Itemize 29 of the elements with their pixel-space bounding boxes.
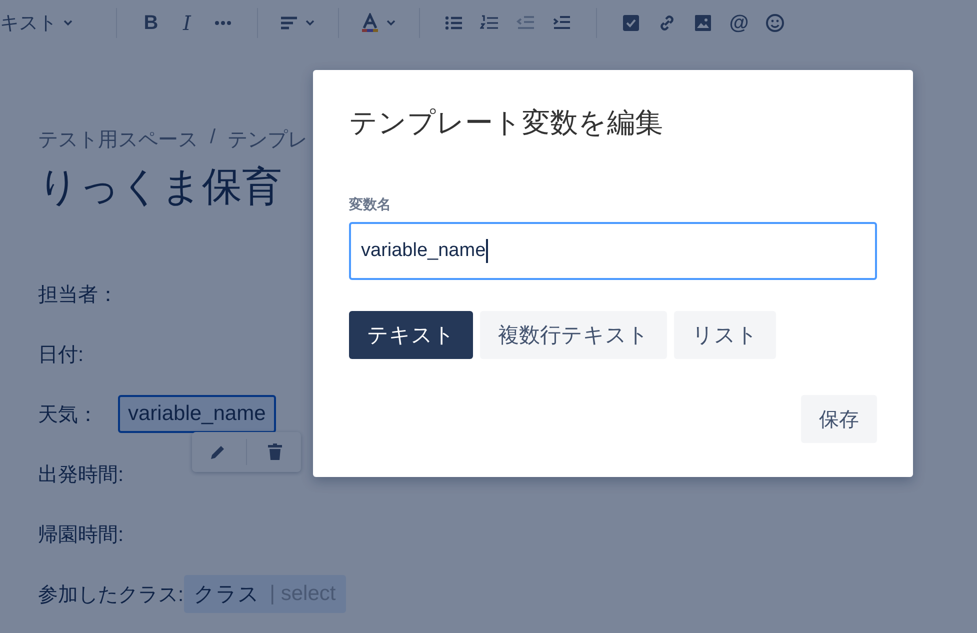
breadcrumb-separator: / bbox=[210, 126, 216, 150]
type-option-button[interactable]: テキスト bbox=[349, 311, 473, 359]
breadcrumb-link[interactable]: テンプレ bbox=[228, 126, 308, 153]
smiley-icon bbox=[765, 13, 785, 33]
type-option-button[interactable]: 複数行テキスト bbox=[480, 311, 667, 359]
variable-name: クラス bbox=[194, 582, 260, 608]
field-label: 出発時間: bbox=[38, 462, 124, 488]
checkbox-icon bbox=[621, 13, 641, 33]
page-title: りっくま保育 bbox=[38, 164, 282, 211]
mention-button[interactable]: @ bbox=[723, 7, 755, 39]
field-label: 担当者： bbox=[38, 282, 118, 308]
field-label: 帰園時間: bbox=[38, 522, 124, 548]
trash-icon bbox=[265, 442, 285, 462]
image-icon bbox=[693, 13, 713, 33]
text-style-dropdown[interactable]: キスト bbox=[0, 7, 78, 39]
save-button[interactable]: 保存 bbox=[801, 395, 877, 443]
field-label: 天気： bbox=[38, 402, 98, 428]
type-option-button[interactable]: リスト bbox=[674, 311, 776, 359]
bold-button[interactable]: B bbox=[135, 7, 167, 39]
field-label: 変数名 bbox=[349, 196, 392, 214]
more-icon bbox=[214, 21, 232, 25]
dialog-title: テンプレート変数を編集 bbox=[349, 106, 664, 140]
field-label: 参加したクラス: bbox=[38, 582, 184, 608]
field-label: 日付: bbox=[38, 342, 84, 368]
breadcrumb-link[interactable]: テスト用スペース bbox=[38, 126, 198, 153]
variable-chip[interactable]: variable_name bbox=[118, 395, 276, 433]
variable-name-input[interactable]: variable_name bbox=[349, 222, 877, 280]
italic-button[interactable]: I bbox=[171, 7, 203, 39]
text-color-icon bbox=[360, 13, 380, 33]
